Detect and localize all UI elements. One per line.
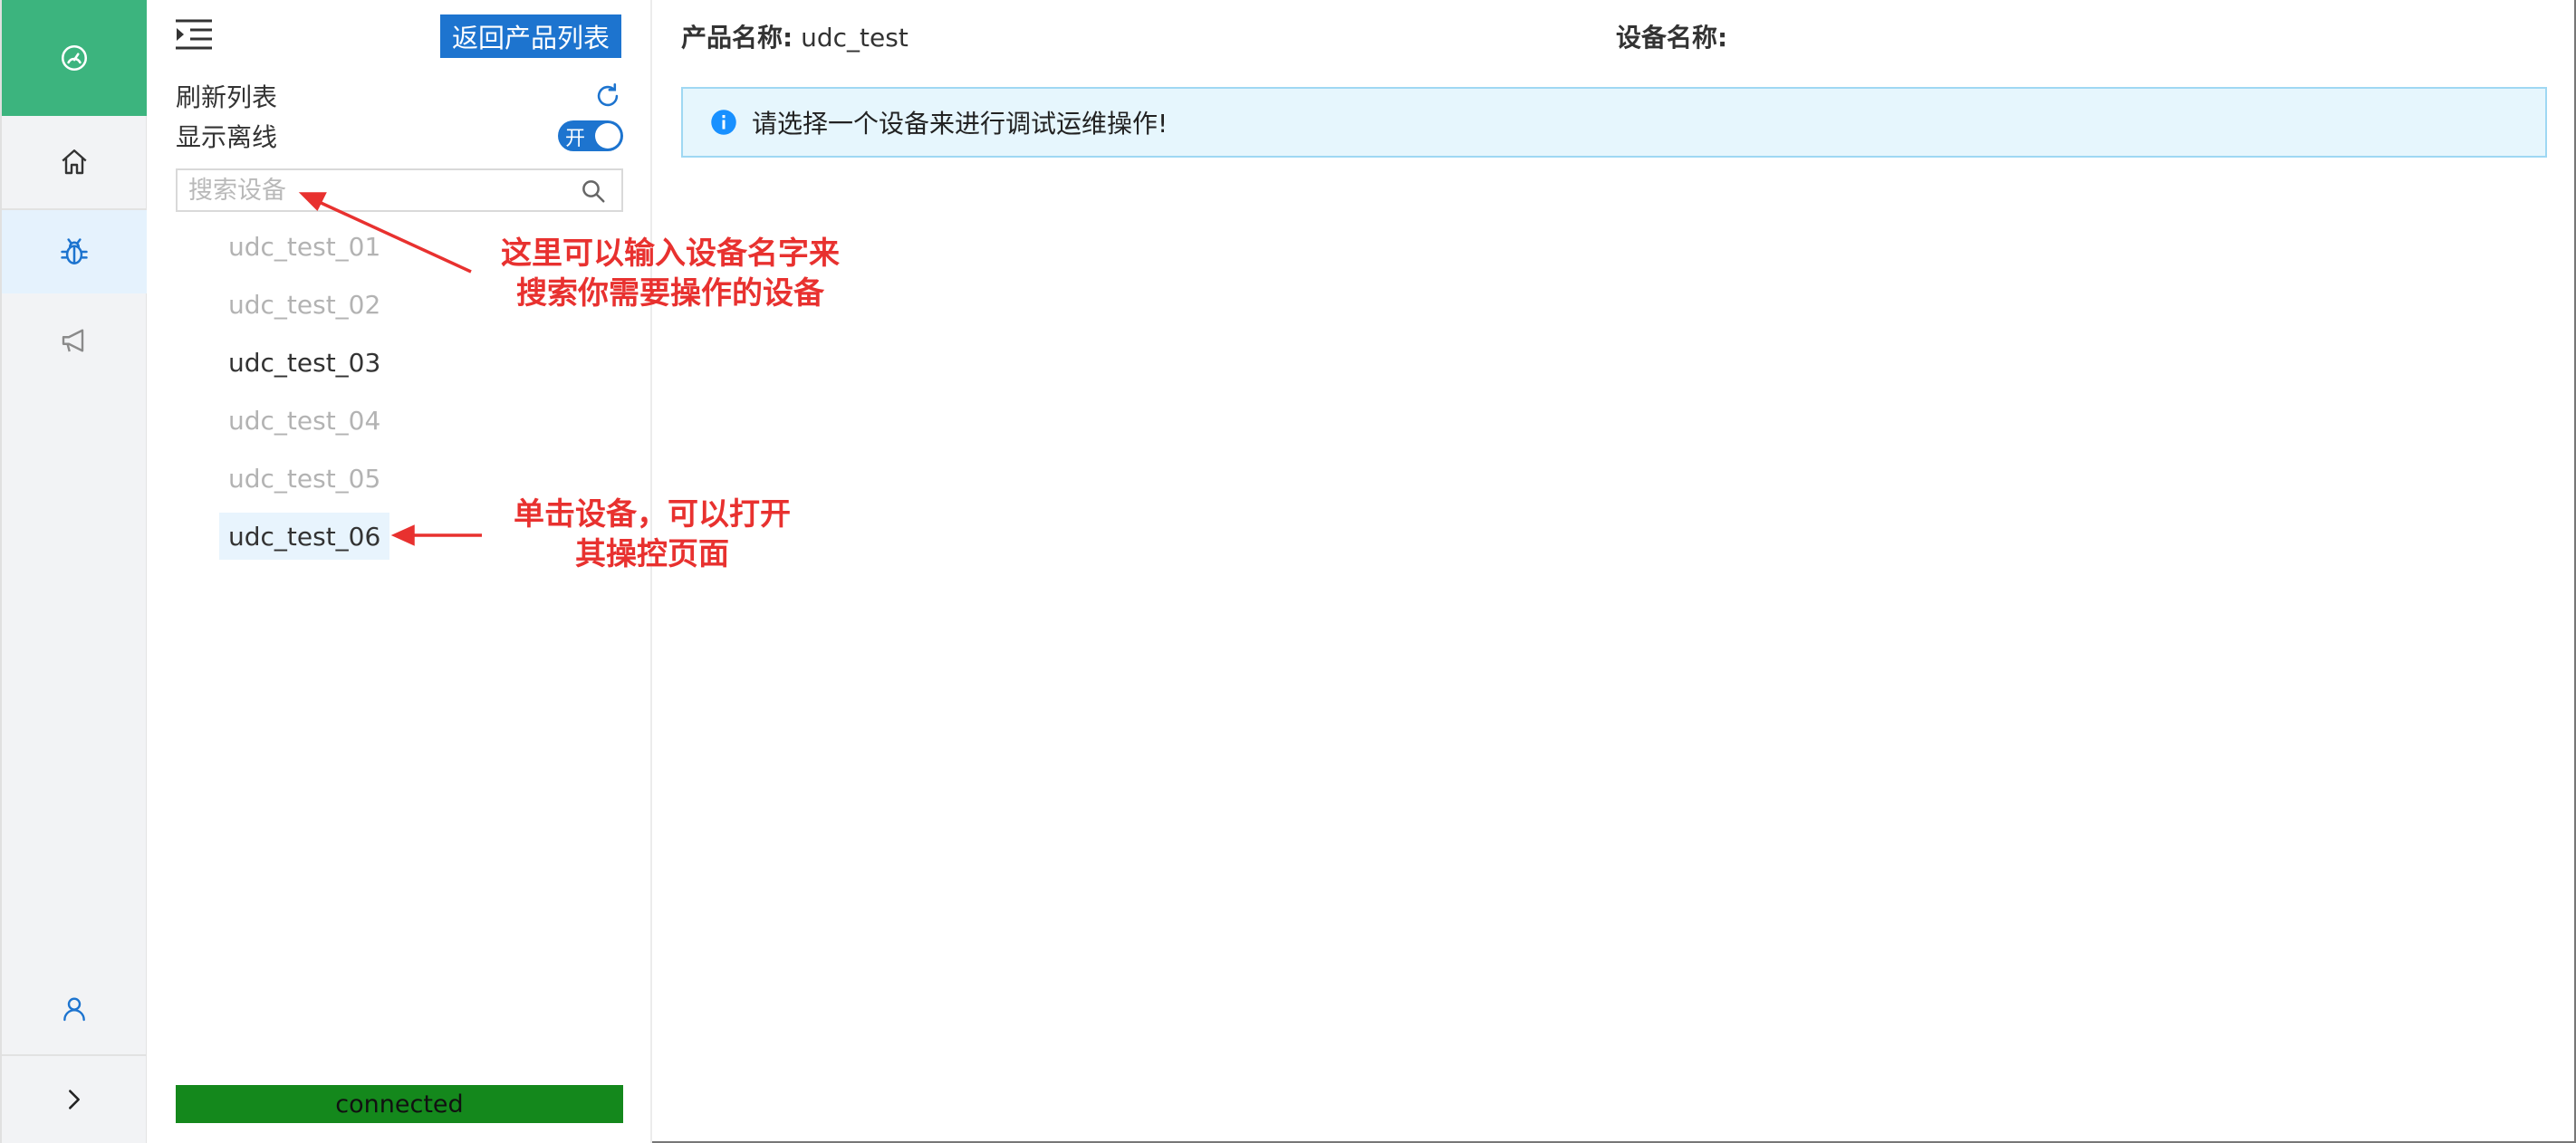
search-icon[interactable] <box>580 178 607 205</box>
home-icon <box>62 149 87 175</box>
back-to-product-list-button[interactable]: 返回产品列表 <box>440 14 621 58</box>
show-offline-row: 显示离线 开 <box>176 118 623 154</box>
rail-item-debug[interactable] <box>2 210 147 293</box>
info-icon <box>711 110 736 135</box>
show-offline-toggle[interactable]: 开 <box>558 120 623 151</box>
device-search-box <box>176 168 623 212</box>
device-list-item[interactable]: udc_test_05 <box>219 455 389 502</box>
rail-item-home[interactable] <box>2 116 147 210</box>
device-list-item[interactable]: udc_test_02 <box>219 281 389 328</box>
product-name-field: 产品名称: udc_test <box>681 18 908 54</box>
dashboard-icon <box>61 44 88 72</box>
connection-status-bar: connected <box>176 1085 623 1123</box>
device-name-field: 设备名称: <box>1616 18 1727 54</box>
rail-item-user[interactable] <box>2 964 147 1056</box>
chevron-right-icon <box>69 1090 80 1109</box>
refresh-row: 刷新列表 <box>176 78 623 114</box>
bug-icon <box>61 238 88 264</box>
device-sidebar: 返回产品列表 刷新列表 显示离线 开 udc_test_01 udc_test_0… <box>147 0 652 1143</box>
device-search-input[interactable] <box>188 174 569 207</box>
device-list-item[interactable]: udc_test_06 <box>219 513 390 560</box>
toggle-knob <box>595 123 620 149</box>
megaphone-icon <box>62 329 84 352</box>
device-list-item[interactable]: udc_test_01 <box>219 223 389 270</box>
rail-item-dashboard[interactable] <box>2 0 147 116</box>
main-panel: 产品名称: udc_test 设备名称: 请选择一个设备来进行调试运维操作! <box>652 0 2576 1143</box>
user-icon <box>63 997 85 1022</box>
toggle-on-label: 开 <box>565 128 586 150</box>
rail-item-expand[interactable] <box>2 1056 147 1143</box>
product-name-value: udc_test <box>801 23 908 53</box>
icon-rail <box>0 0 147 1143</box>
select-device-notice: 请选择一个设备来进行调试运维操作! <box>681 87 2547 158</box>
product-name-label: 产品名称: <box>681 23 793 53</box>
device-list-item[interactable]: udc_test_04 <box>219 397 389 444</box>
refresh-icon[interactable] <box>592 81 623 111</box>
menu-indent-icon[interactable] <box>174 18 214 51</box>
connection-status-text: connected <box>335 1090 464 1119</box>
refresh-label: 刷新列表 <box>176 82 278 112</box>
rail-item-broadcast[interactable] <box>2 293 147 388</box>
device-list-item[interactable]: udc_test_03 <box>219 339 389 386</box>
notice-text: 请选择一个设备来进行调试运维操作! <box>752 109 1168 139</box>
show-offline-label: 显示离线 <box>176 122 278 152</box>
device-name-label: 设备名称: <box>1616 23 1728 53</box>
